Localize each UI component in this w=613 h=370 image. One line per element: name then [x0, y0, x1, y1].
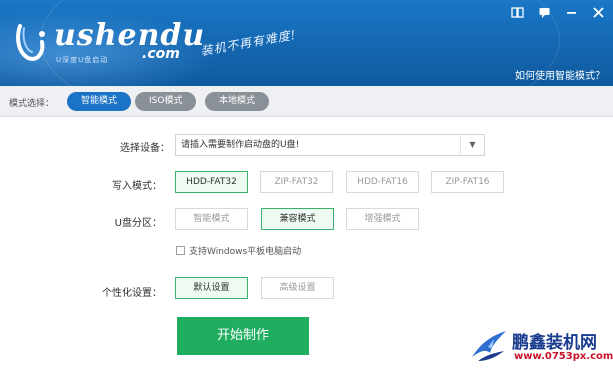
watermark: 鹏鑫装机网 www.0753px.com: [470, 327, 613, 369]
minimize-icon[interactable]: [564, 6, 578, 20]
message-icon[interactable]: [537, 6, 551, 20]
write-mode-label: 写入模式：: [112, 181, 162, 192]
device-select-value: 请插入需要制作启动盘的U盘!: [181, 140, 300, 150]
logo-mark-icon: [16, 24, 45, 61]
close-icon[interactable]: [591, 6, 605, 20]
tablet-boot-checkbox[interactable]: [176, 246, 185, 255]
help-link[interactable]: 如何使用智能模式？: [515, 67, 605, 82]
partition-option-enhanced[interactable]: 增强模式: [346, 208, 419, 230]
device-label: 选择设备：: [120, 143, 170, 154]
mode-tab-smart[interactable]: 智能模式: [67, 92, 132, 111]
start-button[interactable]: 开始制作: [177, 317, 309, 355]
logo-subtitle: U深度U盘启动: [56, 56, 109, 64]
app-header: ushendu .com U深度U盘启动 装机不再有难度! 如何使用智能模式？: [0, 0, 613, 86]
watermark-name: 鹏鑫装机网: [512, 333, 597, 353]
write-option-hdd-fat16[interactable]: HDD-FAT16: [346, 171, 419, 193]
tablet-boot-option[interactable]: 支持Windows平板电脑启动: [176, 244, 301, 257]
logo-word: ushendu: [54, 18, 206, 53]
device-select[interactable]: 请插入需要制作启动盘的U盘! ▼: [175, 134, 485, 156]
personal-option-default[interactable]: 默认设置: [175, 277, 248, 299]
partition-label: U盘分区：: [114, 218, 162, 229]
mode-tab-local[interactable]: 本地模式: [205, 92, 270, 111]
mode-tab-iso[interactable]: ISO模式: [135, 92, 197, 111]
personal-option-advanced[interactable]: 高级设置: [261, 277, 334, 299]
personalization-label: 个性化设置：: [102, 288, 162, 299]
bird-logo-icon: [472, 331, 506, 361]
skin-icon[interactable]: [510, 6, 524, 20]
partition-option-smart[interactable]: 智能模式: [175, 208, 248, 230]
chevron-down-icon[interactable]: ▼: [460, 135, 484, 155]
mode-bar: 模式选择： 智能模式 ISO模式 本地模式: [0, 86, 613, 117]
write-option-zip-fat32[interactable]: ZIP-FAT32: [260, 171, 333, 193]
mode-label: 模式选择：: [9, 99, 55, 109]
partition-option-compatible[interactable]: 兼容模式: [261, 208, 334, 230]
write-option-zip-fat16[interactable]: ZIP-FAT16: [431, 171, 504, 193]
tablet-boot-label: 支持Windows平板电脑启动: [189, 247, 302, 257]
watermark-url: www.0753px.com: [514, 351, 613, 362]
write-option-hdd-fat32[interactable]: HDD-FAT32: [175, 171, 248, 193]
window-controls: [510, 6, 605, 20]
logo-domain: .com: [142, 46, 180, 62]
